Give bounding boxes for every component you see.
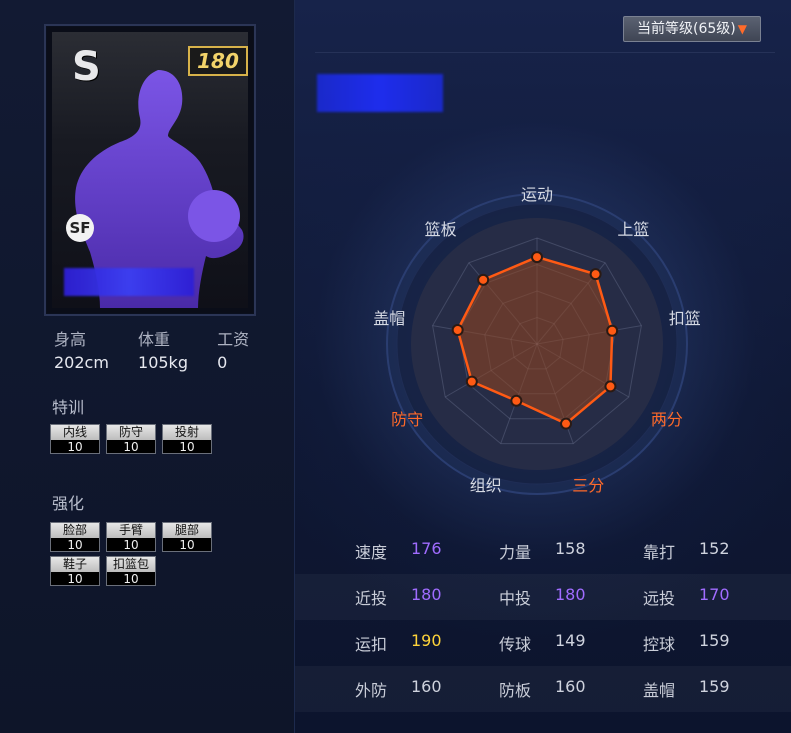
attribute-cell: 控球 159 (643, 631, 787, 655)
attribute-value: 190 (411, 631, 442, 650)
attributes-panel: 当前等级(65级) ▼ 运动 上篮 扣篮 两分 三分 组织 防守 盖帽 篮板 速度 176 力量 158… (295, 0, 791, 733)
height-label: 身高 (54, 330, 87, 349)
attribute-row: 外防 160 防板 160 盖帽 159 (295, 666, 791, 712)
attribute-cell: 盖帽 159 (643, 677, 787, 701)
attribute-cell: 中投 180 (499, 585, 643, 609)
height-value: 202cm (54, 353, 109, 372)
special-training-badges: 内线 10 防守 10 投射 10 (50, 424, 214, 454)
attribute-row: 运扣 190 传球 149 控球 159 (295, 620, 791, 666)
overall-rating-badge: 180 (188, 46, 248, 76)
attribute-cell: 防板 160 (499, 677, 643, 701)
training-badge-shooting[interactable]: 投射 10 (162, 424, 212, 454)
radar-axis-label: 两分 (651, 410, 683, 429)
attribute-name: 传球 (499, 635, 532, 654)
attributes-table: 速度 176 力量 158 靠打 152 近投 180 中投 180 远投 170 运扣 190 传球 149… (295, 528, 791, 712)
attribute-cell: 近投 180 (355, 585, 499, 609)
radar-axis-label: 组织 (470, 476, 502, 495)
training-badge-defense[interactable]: 防守 10 (106, 424, 156, 454)
radar-value-point (477, 273, 490, 286)
attribute-value: 160 (555, 677, 586, 696)
attribute-row: 速度 176 力量 158 靠打 152 (295, 528, 791, 574)
radar-value-point (589, 268, 602, 281)
radar-value-point (604, 380, 617, 393)
attribute-name: 近投 (355, 589, 388, 608)
radar-axis-label: 上篮 (617, 220, 649, 239)
enhance-badge-shoes[interactable]: 鞋子 10 (50, 556, 100, 586)
attribute-cell: 力量 158 (499, 539, 643, 563)
radar-axis-label: 三分 (572, 476, 604, 495)
radar-axis-label: 篮板 (425, 220, 457, 239)
ability-radar-chart: 运动上篮扣篮两分三分 组织 防守 盖帽 篮板 (373, 185, 701, 495)
attribute-value: 176 (411, 539, 442, 558)
enhance-badges: 脸部 10 手臂 10 腿部 10 鞋子 10 扣篮包 10 (50, 522, 214, 586)
radar-value-point (606, 324, 619, 337)
attribute-value: 170 (699, 585, 730, 604)
attribute-name: 防板 (499, 681, 532, 700)
player-card-art: S 180 SF (52, 32, 248, 308)
attribute-cell: 外防 160 (355, 677, 499, 701)
attribute-value: 159 (699, 677, 730, 696)
attribute-cell: 传球 149 (499, 631, 643, 655)
attribute-cell: 运扣 190 (355, 631, 499, 655)
enhance-badge-arm[interactable]: 手臂 10 (106, 522, 156, 552)
attribute-value: 159 (699, 631, 730, 650)
radar-axis-label: 盖帽 (373, 309, 405, 328)
attribute-value: 149 (555, 631, 586, 650)
enhance-badge-dunk-package[interactable]: 扣篮包 10 (106, 556, 156, 586)
radar-axis-label: 防守 (391, 410, 423, 429)
attribute-value: 158 (555, 539, 586, 558)
salary-label: 工资 (217, 330, 250, 349)
player-name-redacted (317, 74, 443, 112)
player-name-redacted (64, 268, 194, 296)
divider (315, 52, 775, 53)
radar-value-point (451, 324, 464, 337)
attribute-name: 运扣 (355, 635, 388, 654)
attribute-value: 180 (411, 585, 442, 604)
level-dropdown[interactable]: 当前等级(65级) ▼ (623, 16, 761, 42)
attribute-cell: 速度 176 (355, 539, 499, 563)
attribute-value: 180 (555, 585, 586, 604)
card-grade: S (72, 44, 101, 90)
level-dropdown-label: 当前等级(65级) (637, 21, 736, 37)
attribute-row: 近投 180 中投 180 远投 170 (295, 574, 791, 620)
weight-value: 105kg (138, 353, 188, 372)
radar-axis-label: 运动 (521, 185, 553, 204)
special-training-title: 特训 (52, 398, 85, 417)
attribute-name: 外防 (355, 681, 388, 700)
radar-value-point (510, 394, 523, 407)
enhance-title: 强化 (52, 494, 85, 513)
radar-value-point (465, 375, 478, 388)
player-info-panel: S 180 SF 身高 202cm 体重 105kg 工资 0 特训 内线 10… (0, 0, 295, 733)
player-bio: 身高 202cm 体重 105kg 工资 0 (54, 326, 273, 372)
radar-value-point (560, 417, 573, 430)
radar-value-point (531, 251, 543, 264)
training-badge-inside[interactable]: 内线 10 (50, 424, 100, 454)
attribute-cell: 靠打 152 (643, 539, 787, 563)
attribute-value: 160 (411, 677, 442, 696)
attribute-name: 远投 (643, 589, 676, 608)
attribute-name: 靠打 (643, 543, 676, 562)
attribute-name: 中投 (499, 589, 532, 608)
enhance-badge-face[interactable]: 脸部 10 (50, 522, 100, 552)
player-card[interactable]: S 180 SF (44, 24, 256, 316)
radar-axis-label: 扣篮 (669, 309, 701, 328)
attribute-name: 盖帽 (643, 681, 676, 700)
attribute-name: 控球 (643, 635, 676, 654)
position-badge: SF (66, 214, 94, 242)
attribute-value: 152 (699, 539, 730, 558)
salary-value: 0 (217, 353, 228, 372)
weight-label: 体重 (138, 330, 171, 349)
attribute-name: 力量 (499, 543, 532, 562)
attribute-cell: 远投 170 (643, 585, 787, 609)
dropdown-caret-icon: ▼ (737, 22, 747, 36)
attribute-name: 速度 (355, 543, 388, 562)
enhance-badge-leg[interactable]: 腿部 10 (162, 522, 212, 552)
